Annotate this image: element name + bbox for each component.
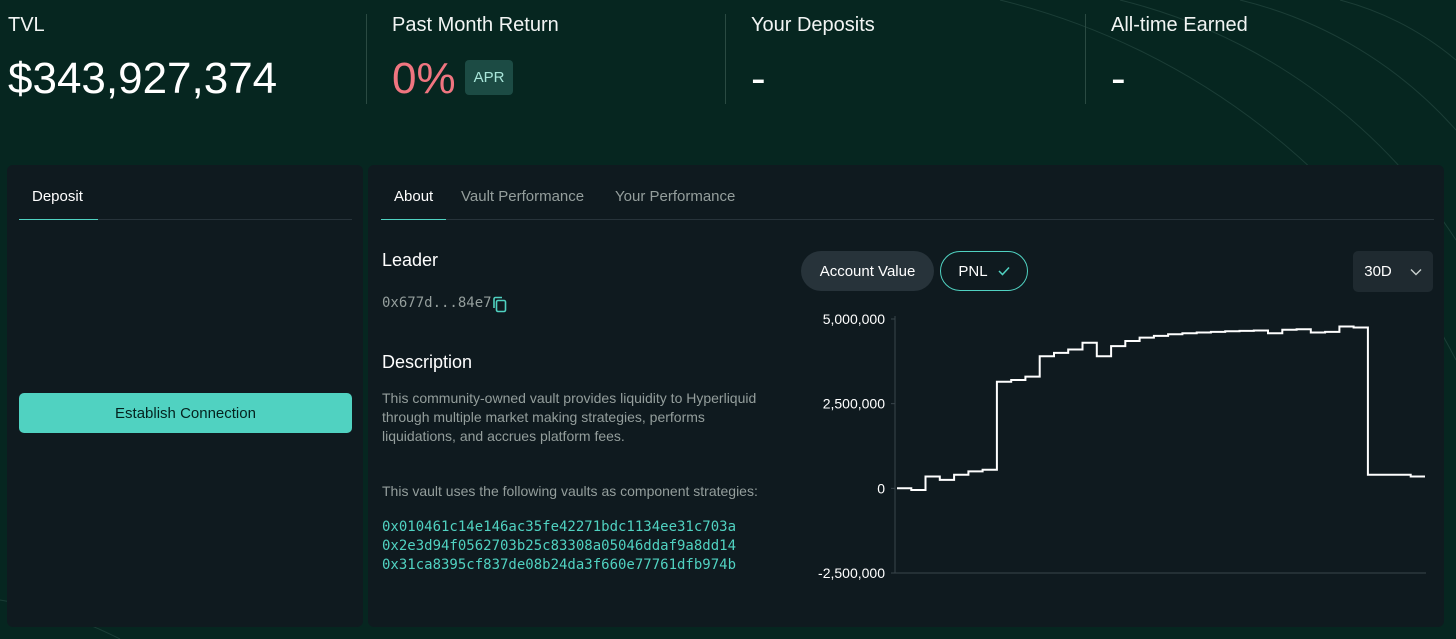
earned-label: All-time Earned [1111, 14, 1248, 36]
tab-about[interactable]: About [394, 188, 433, 205]
earned-value: - [1111, 54, 1126, 103]
stats-bar: TVL $343,927,374 Past Month Return 0% AP… [0, 0, 1456, 130]
chevron-down-icon [1410, 268, 1422, 275]
leader-heading: Leader [382, 250, 439, 270]
description-heading: Description [382, 352, 473, 372]
tab-vault-performance[interactable]: Vault Performance [461, 188, 584, 205]
stat-divider [1085, 14, 1086, 104]
leader-address: 0x677d...84e7 [382, 295, 492, 311]
stat-divider [725, 14, 726, 104]
y-tick-label: -2,500,000 [818, 565, 885, 581]
pnl-label: PNL [958, 262, 988, 280]
tvl-value: $343,927,374 [8, 54, 278, 103]
copy-icon[interactable] [492, 296, 508, 314]
check-icon [998, 266, 1010, 276]
stat-divider [366, 14, 367, 104]
tab-your-performance[interactable]: Your Performance [615, 188, 735, 205]
tab-divider [381, 219, 1434, 220]
establish-connection-button[interactable]: Establish Connection [19, 393, 352, 433]
component-vault-link[interactable]: 0x31ca8395cf837de08b24da3f660e77761dfb97… [382, 557, 736, 573]
y-tick-label: 0 [877, 480, 885, 496]
pnl-series-line [897, 325, 1425, 491]
pnl-toggle[interactable]: PNL [940, 251, 1028, 291]
component-vault-link[interactable]: 0x010461c14e146ac35fe42271bdc1134ee31c70… [382, 519, 736, 535]
tab-underline [381, 219, 446, 220]
return-label: Past Month Return [392, 14, 559, 36]
pnl-chart: 5,000,000 2,500,000 0 -2,500,000 [818, 311, 1426, 581]
deposits-value: - [751, 54, 766, 103]
component-intro: This vault uses the following vaults as … [382, 483, 758, 499]
deposits-label: Your Deposits [751, 14, 875, 36]
range-value: 30D [1364, 263, 1392, 280]
range-select[interactable]: 30D [1353, 251, 1433, 292]
tvl-label: TVL [8, 14, 45, 36]
component-vault-link[interactable]: 0x2e3d94f0562703b25c83308a05046ddaf9a8dd… [382, 538, 736, 554]
apr-badge: APR [465, 60, 513, 95]
account-value-toggle[interactable]: Account Value [801, 251, 934, 291]
return-value: 0% [392, 54, 456, 103]
y-tick-label: 5,000,000 [823, 311, 885, 327]
y-tick-label: 2,500,000 [823, 396, 885, 412]
tab-underline [19, 219, 98, 220]
tab-deposit[interactable]: Deposit [32, 188, 83, 205]
description-text: This community-owned vault provides liqu… [382, 390, 757, 444]
